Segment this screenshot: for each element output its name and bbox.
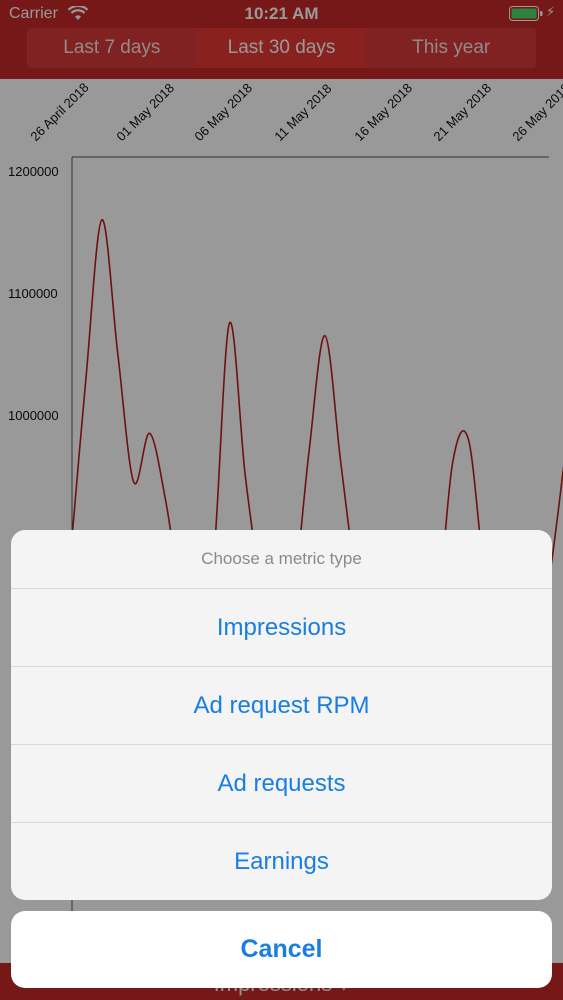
option-earnings[interactable]: Earnings (11, 823, 552, 900)
option-ad-requests[interactable]: Ad requests (11, 745, 552, 823)
option-impressions[interactable]: Impressions (11, 589, 552, 667)
metric-action-sheet: Choose a metric type Impressions Ad requ… (11, 530, 552, 900)
cancel-button[interactable]: Cancel (11, 911, 552, 988)
option-ad-request-rpm[interactable]: Ad request RPM (11, 667, 552, 745)
action-sheet-title: Choose a metric type (11, 530, 552, 589)
